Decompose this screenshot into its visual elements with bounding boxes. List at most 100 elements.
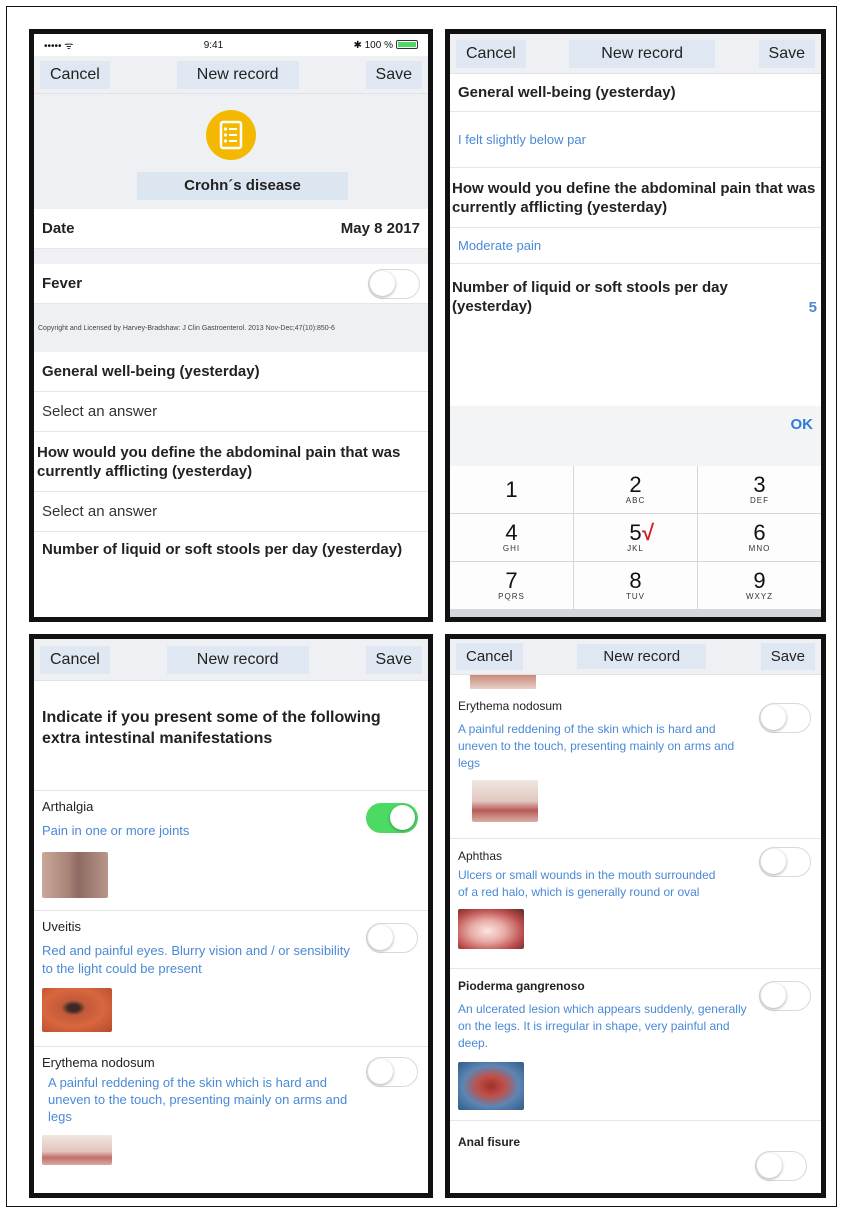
- disease-header: Crohn´s disease: [34, 94, 428, 209]
- question-abdominal-pain: How would you define the abdominal pain …: [34, 432, 428, 492]
- battery-status: ✱ 100 %: [353, 40, 418, 51]
- question-wellbeing: General well-being (yesterday): [34, 352, 428, 392]
- key-8[interactable]: 8 TUV: [574, 562, 697, 609]
- list-item-pioderma: Pioderma gangrenoso An ulcerated lesion …: [450, 969, 821, 1121]
- keypad-toolbar: OK: [450, 406, 821, 466]
- key-4[interactable]: 4 GHI: [450, 514, 573, 561]
- question-wellbeing: General well-being (yesterday): [450, 74, 821, 112]
- key-9[interactable]: 9 WXYZ: [698, 562, 821, 609]
- partial-photo: [470, 675, 536, 689]
- key-5[interactable]: 5 JKL √: [574, 514, 697, 561]
- battery-level: 100 %: [364, 39, 393, 51]
- item-description: Ulcers or small wounds in the mouth surr…: [458, 868, 716, 899]
- item-title: Arthalgia: [42, 799, 94, 814]
- erythema-toggle[interactable]: [366, 1057, 418, 1087]
- stools-value[interactable]: 5: [809, 299, 817, 316]
- save-button[interactable]: Save: [758, 39, 815, 68]
- question-stools[interactable]: Number of liquid or soft stools per day …: [34, 532, 428, 559]
- nav-title: New record: [577, 644, 707, 669]
- nav-bar: Cancel New record Save: [450, 34, 821, 74]
- question-stools: Number of liquid or soft stools per day …: [450, 264, 821, 316]
- question-abdominal-pain-label: How would you define the abdominal pain …: [37, 443, 401, 480]
- date-label: Date: [42, 220, 75, 237]
- clock: 9:41: [203, 39, 224, 51]
- nav-bar: Cancel New record Save: [450, 639, 821, 675]
- item-description: A painful reddening of the skin which is…: [48, 1075, 348, 1124]
- answer-wellbeing[interactable]: I felt slightly below par: [450, 112, 821, 168]
- key-3[interactable]: 3 DEF: [698, 466, 821, 513]
- signal-indicator: ••••• ᯤ: [44, 41, 74, 52]
- item-title: Uveitis: [42, 919, 82, 934]
- copyright-text: Copyright and Licensed by Harvey-Bradsha…: [38, 325, 335, 332]
- ok-button[interactable]: OK: [791, 416, 814, 433]
- question-stools-label: Number of liquid or soft stools per day …: [42, 541, 403, 558]
- list-item-erythema: Erythema nodosum A painful reddening of …: [450, 689, 821, 839]
- nav-bar: Cancel New record Save: [34, 56, 428, 94]
- key-7[interactable]: 7 PQRS: [450, 562, 573, 609]
- nav-bar: Cancel New record Save: [34, 639, 428, 681]
- manifestations-heading-text: Indicate if you present some of the foll…: [42, 709, 381, 747]
- item-description: Pain in one or more joints: [42, 823, 190, 838]
- screen-manifestations: Cancel New record Save Indicate if you p…: [29, 634, 433, 1198]
- date-row[interactable]: Date May 8 2017: [34, 209, 428, 249]
- key-2[interactable]: 2 ABC: [574, 466, 697, 513]
- key-1[interactable]: 1: [450, 466, 573, 513]
- anal-fisure-toggle[interactable]: [755, 1151, 807, 1181]
- fever-toggle[interactable]: [368, 268, 420, 299]
- eye-photo: [42, 988, 112, 1032]
- lesion-photo: [458, 1062, 524, 1110]
- arthalgia-toggle[interactable]: [366, 803, 418, 833]
- list-item-uveitis: Uveitis Red and painful eyes. Blurry vis…: [34, 911, 428, 1047]
- answer-wellbeing[interactable]: Select an answer: [34, 392, 428, 432]
- erythema-toggle[interactable]: [759, 703, 811, 733]
- nav-title: New record: [569, 39, 716, 68]
- question-abdominal-pain: How would you define the abdominal pain …: [450, 168, 821, 228]
- cancel-button[interactable]: Cancel: [456, 643, 523, 670]
- key-6[interactable]: 6 MNO: [698, 514, 821, 561]
- pioderma-toggle[interactable]: [759, 981, 811, 1011]
- item-title: Anal fisure: [458, 1135, 521, 1149]
- save-button[interactable]: Save: [365, 645, 422, 674]
- list-item-anal-fisure: Anal fisure: [450, 1121, 821, 1181]
- question-abdominal-pain-label: How would you define the abdominal pain …: [452, 179, 816, 216]
- answer-abdominal-pain[interactable]: Moderate pain: [450, 228, 821, 264]
- answer-abdominal-pain-value: Select an answer: [42, 503, 158, 520]
- answer-wellbeing-value: I felt slightly below par: [458, 132, 586, 147]
- cancel-button[interactable]: Cancel: [40, 645, 110, 674]
- copyright-section: Copyright and Licensed by Harvey-Bradsha…: [34, 304, 428, 352]
- aphthas-toggle[interactable]: [759, 847, 811, 877]
- fever-label: Fever: [42, 275, 83, 292]
- checkmark-icon: √: [642, 520, 655, 545]
- save-button[interactable]: Save: [365, 60, 422, 89]
- numeric-keypad: 1 2 ABC 3 DEF 4 GHI 5 JKL √ 6 MNO 7 PQRS 8 TUV …: [450, 466, 821, 617]
- fever-row: Fever: [34, 264, 428, 304]
- uveitis-toggle[interactable]: [366, 923, 418, 953]
- cancel-button[interactable]: Cancel: [40, 60, 110, 89]
- battery-icon: [395, 40, 418, 50]
- disease-name: Crohn´s disease: [137, 172, 348, 200]
- knee-photo: [42, 852, 108, 898]
- nav-title: New record: [176, 60, 299, 89]
- screen-crohns-form: ••••• ᯤ 9:41 ✱ 100 % Cancel New record S…: [29, 29, 433, 622]
- question-wellbeing-label: General well-being (yesterday): [42, 363, 260, 380]
- save-button[interactable]: Save: [760, 643, 815, 670]
- list-item-aphthas: Aphthas Ulcers or small wounds in the mo…: [450, 839, 821, 969]
- manifestations-heading: Indicate if you present some of the foll…: [34, 681, 428, 791]
- answer-abdominal-pain[interactable]: Select an answer: [34, 492, 428, 532]
- list-item-erythema: Erythema nodosum A painful reddening of …: [34, 1047, 428, 1187]
- answer-abdominal-pain-value: Moderate pain: [458, 238, 542, 253]
- bluetooth-icon: ✱: [353, 39, 365, 51]
- list-item-arthalgia: Arthalgia Pain in one or more joints: [34, 791, 428, 911]
- date-value: May 8 2017: [340, 220, 420, 237]
- status-bar: ••••• ᯤ 9:41 ✱ 100 %: [34, 34, 428, 56]
- screen-answers-keypad: Cancel New record Save General well-bein…: [445, 29, 826, 622]
- item-description: Red and painful eyes. Blurry vision and …: [42, 943, 350, 976]
- item-description: An ulcerated lesion which appears sudden…: [458, 1002, 747, 1050]
- cancel-button[interactable]: Cancel: [456, 39, 526, 68]
- clipboard-list-icon: [206, 110, 256, 160]
- item-description: A painful reddening of the skin which is…: [458, 722, 735, 770]
- skin-photo: [42, 1135, 112, 1165]
- section-gap: [34, 249, 428, 264]
- question-stools-label: Number of liquid or soft stools per day …: [452, 279, 728, 315]
- item-title: Erythema nodosum: [42, 1055, 155, 1070]
